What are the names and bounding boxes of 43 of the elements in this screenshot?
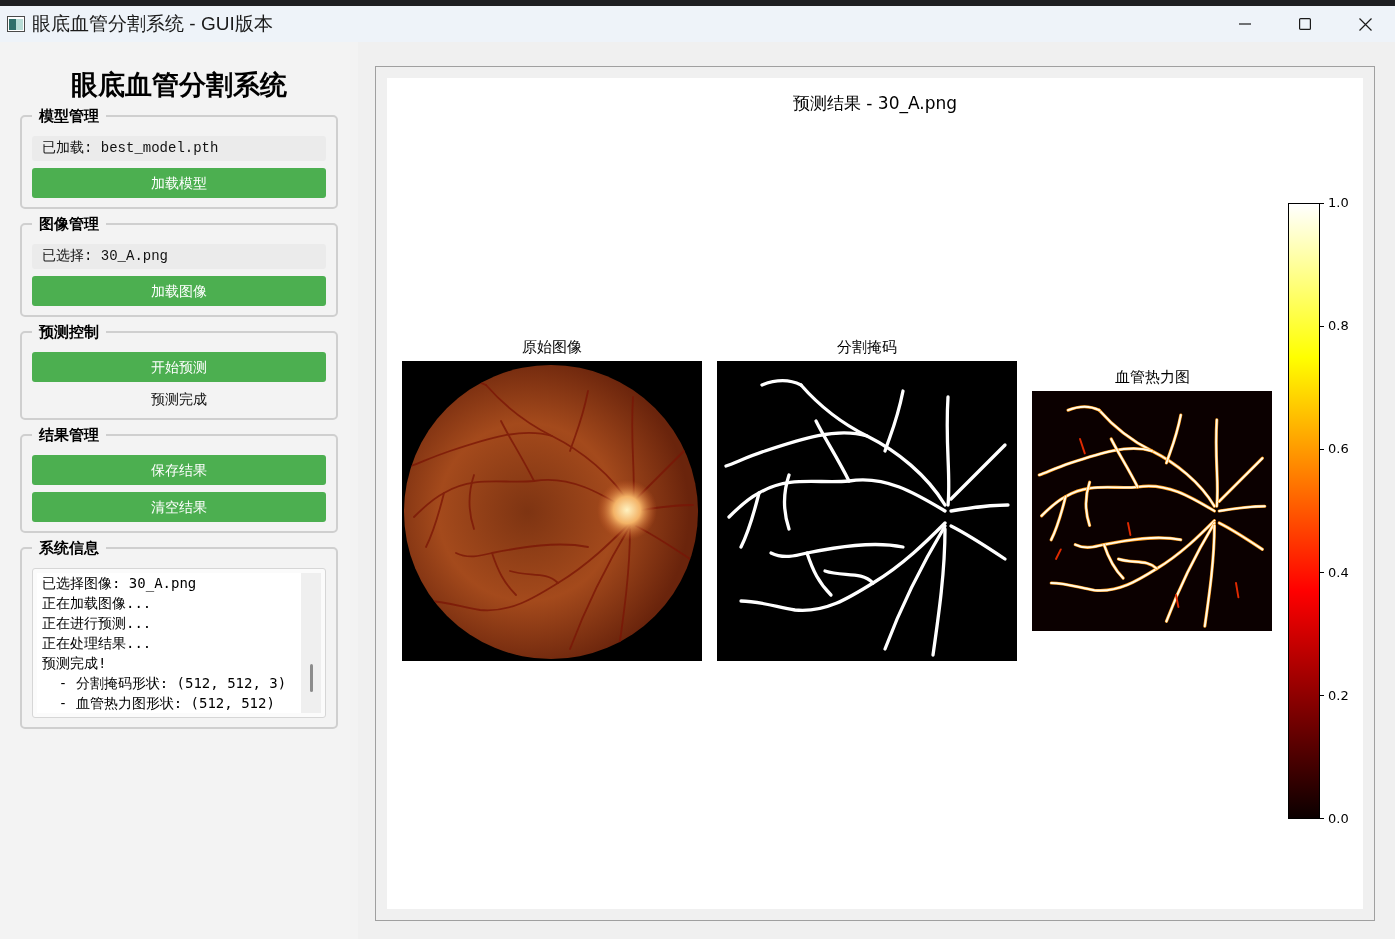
info-label: 已加载: best_model.pth <box>32 136 326 161</box>
colorbar-tick-label: 0.6 <box>1328 441 1349 458</box>
log-line: 正在加载图像... <box>42 594 152 613</box>
minimize-icon <box>1239 23 1251 25</box>
colorbar-tick-label: 0.0 <box>1328 810 1349 827</box>
log-line: 预测完成! <box>42 654 107 673</box>
status-text: 预测完成 <box>151 390 207 409</box>
log-line: - 分割掩码形状: (512, 512, 3) <box>57 674 287 693</box>
maximize-icon <box>1299 18 1311 30</box>
log-line: 正在进行预测... <box>42 614 152 633</box>
app-icon <box>7 16 25 32</box>
log-line: 正在处理结果... <box>42 634 152 653</box>
vessel-speck <box>1235 582 1240 599</box>
group-title: 结果管理 <box>38 425 100 445</box>
scrollbar-thumb[interactable] <box>309 664 313 692</box>
vessel-speck <box>1055 548 1062 560</box>
log-text-area[interactable]: 已选择图像: 30_A.png 正在加载图像... 正在进行预测... 正在处理结果... 预测完成! - 分割掩码形状: (512, 512, 3) - 血管热力图形状: (512, 512) <box>32 568 326 718</box>
app-heading: 眼底血管分割系统 <box>71 69 287 101</box>
info-label: 已选择: 30_A.png <box>32 244 326 269</box>
colorbar-tick-label: 0.8 <box>1328 318 1349 335</box>
group-title: 模型管理 <box>37 106 100 126</box>
vessel-speck <box>1127 522 1132 536</box>
figure-title: 预测结果 - 30_A.png <box>792 92 958 115</box>
action-button[interactable]: 开始预测 <box>32 352 326 382</box>
group-title: 图像管理 <box>38 214 100 234</box>
colorbar-tick-label: 1.0 <box>1328 195 1349 211</box>
group-title: 预测控制 <box>38 322 100 342</box>
log-line: - 血管热力图形状: (512, 512) <box>57 694 275 713</box>
action-button[interactable]: 清空结果 <box>32 492 326 522</box>
subplot-title: 血管热力图 <box>1114 367 1190 387</box>
window-title: 眼底血管分割系统 - GUI版本 <box>32 12 273 36</box>
vessel-speck <box>1175 594 1180 608</box>
action-button[interactable]: 加载模型 <box>32 168 326 198</box>
subplot-title: 分割掩码 <box>837 337 897 357</box>
log-line: 已选择图像: 30_A.png <box>42 574 197 593</box>
subplot-title: 原始图像 <box>522 337 582 357</box>
colorbar-tick-label: 0.4 <box>1328 564 1349 581</box>
close-icon <box>1358 17 1372 31</box>
group-title: 系统信息 <box>38 538 100 558</box>
action-button[interactable]: 保存结果 <box>32 455 326 485</box>
colorbar-tick-label: 0.2 <box>1328 687 1349 704</box>
action-button[interactable]: 加载图像 <box>32 276 326 306</box>
vessel-speck <box>1079 438 1086 455</box>
